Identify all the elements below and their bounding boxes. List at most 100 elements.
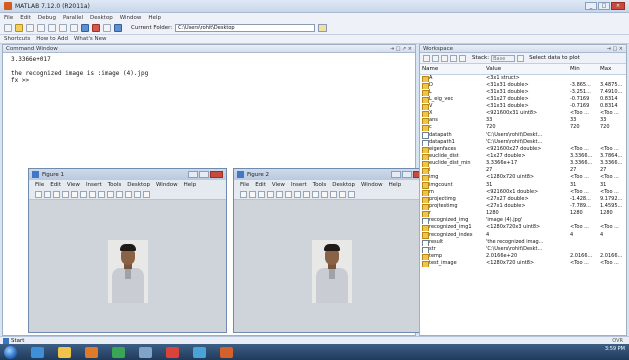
zoom-out-icon[interactable]	[294, 190, 301, 198]
menu-edit[interactable]: Edit	[20, 15, 31, 21]
app-icon[interactable]	[193, 346, 206, 358]
fig-menu-edit[interactable]: Edit	[255, 182, 266, 188]
menu-debug[interactable]: Debug	[38, 15, 56, 21]
fig-menu-tools[interactable]: Tools	[108, 182, 122, 188]
table-row[interactable]: A <3x1 struct>	[420, 74, 626, 82]
menu-window[interactable]: Window	[120, 15, 142, 21]
app-icon[interactable]	[139, 346, 152, 358]
pointer-icon[interactable]	[276, 190, 283, 198]
table-row[interactable]: eigenfaces <921600x27 double> <Too ... <Too…	[420, 146, 626, 153]
new-file-icon[interactable]	[4, 24, 12, 32]
menu-parallel[interactable]: Parallel	[63, 15, 83, 21]
redo-icon[interactable]	[70, 24, 78, 32]
figure-1-window[interactable]: Figure 1 File Edit View Insert Tools Des…	[28, 168, 227, 333]
fig-menu-insert[interactable]: Insert	[86, 182, 102, 188]
matlab-taskbar-icon[interactable]	[220, 346, 233, 358]
table-row[interactable]: projtestimg <27x1 double> -7.789... 1.4595.…	[420, 203, 626, 211]
profiler-icon[interactable]	[103, 24, 111, 32]
guide-icon[interactable]	[92, 24, 100, 32]
open-file-icon[interactable]	[44, 190, 51, 198]
file-explorer-icon[interactable]	[58, 346, 71, 358]
plot-selector-icon[interactable]	[517, 54, 525, 62]
menu-desktop[interactable]: Desktop	[90, 15, 113, 21]
browse-folder-icon[interactable]	[318, 24, 328, 32]
column-name[interactable]: Name	[420, 64, 484, 75]
media-player-icon[interactable]	[85, 346, 98, 358]
print-icon[interactable]	[450, 54, 457, 62]
shortcut-how-to-add[interactable]: How to Add	[36, 36, 68, 42]
table-row[interactable]: datapath 'C:\Users\rohit\Deskt...	[420, 131, 626, 139]
table-row[interactable]: recognized_img'image (4).jpg'	[420, 217, 626, 225]
table-row[interactable]: ans 33 33 33	[420, 117, 626, 125]
table-row[interactable]: temp 2.0166e+20 2.0166... 2.0166...	[420, 253, 626, 261]
current-folder-input[interactable]: C:\Users\rohit\Desktop	[175, 24, 316, 32]
table-row[interactable]: euclide_dist_min 3.3366e+17 3.3366... 3.336…	[420, 160, 626, 168]
save-workspace-icon[interactable]	[441, 54, 448, 62]
pan-icon[interactable]	[98, 190, 105, 198]
data-cursor-icon[interactable]	[321, 190, 328, 198]
paste-icon[interactable]	[48, 24, 56, 32]
fig-menu-desktop[interactable]: Desktop	[332, 182, 355, 188]
fig-menu-window[interactable]: Window	[156, 182, 178, 188]
cut-icon[interactable]	[26, 24, 34, 32]
table-row[interactable]: euclide_dist <1x27 double> 3.3366... 3.7864…	[420, 153, 626, 161]
menu-file[interactable]: File	[4, 15, 13, 21]
table-row[interactable]: imgcount 31 31 31	[420, 181, 626, 189]
fig-menu-view[interactable]: View	[272, 182, 285, 188]
fig-menu-insert[interactable]: Insert	[291, 182, 307, 188]
column-min[interactable]: Min	[568, 64, 598, 75]
shortcuts-label[interactable]: Shortcuts	[4, 36, 30, 42]
table-row[interactable]: datapath1 'C:\Users\rohit\Deskt...	[420, 139, 626, 146]
fig-menu-help[interactable]: Help	[389, 182, 402, 188]
print-icon[interactable]	[62, 190, 69, 198]
minimize-button[interactable]	[188, 171, 198, 178]
table-row[interactable]: projectimg <27x27 double> -1.428... 9.1792.…	[420, 196, 626, 203]
fig-menu-desktop[interactable]: Desktop	[127, 182, 150, 188]
delete-variable-icon[interactable]	[459, 54, 466, 62]
table-row[interactable]: result'the recognized imag...	[420, 239, 626, 246]
table-row[interactable]: str 'C:\Users\rohit\Deskt...	[420, 246, 626, 253]
minimize-button[interactable]	[391, 171, 401, 178]
table-row[interactable]: L <31x31 double> -3.251... 7.4910...	[420, 89, 626, 96]
fig-menu-help[interactable]: Help	[184, 182, 197, 188]
stack-select[interactable]: Base	[491, 54, 516, 62]
minimize-button[interactable]: _	[585, 2, 597, 10]
new-variable-icon[interactable]	[423, 54, 430, 62]
start-button[interactable]: Start	[11, 338, 24, 344]
app-icon[interactable]	[112, 346, 125, 358]
app-icon[interactable]	[166, 346, 179, 358]
undo-icon[interactable]	[59, 24, 67, 32]
figure-2-titlebar[interactable]: Figure 2	[234, 169, 429, 180]
table-row[interactable]: D <31x31 double> -3.865... 3.4875...	[420, 82, 626, 89]
workspace-panel[interactable]: Workspace ⇥ □ × Stack: Base Select data …	[419, 44, 627, 336]
system-clock[interactable]: 3:59 PM	[605, 346, 625, 352]
legend-icon[interactable]	[348, 190, 355, 198]
legend-icon[interactable]	[143, 190, 150, 198]
colorbar-icon[interactable]	[134, 190, 141, 198]
pan-icon[interactable]	[303, 190, 310, 198]
open-variable-icon[interactable]	[432, 54, 439, 62]
maximize-button[interactable]	[402, 171, 412, 178]
zoom-in-icon[interactable]	[80, 190, 87, 198]
table-row[interactable]: recognized_index 4 4 4	[420, 231, 626, 239]
shortcut-whats-new[interactable]: What's New	[74, 36, 107, 42]
zoom-in-icon[interactable]	[285, 190, 292, 198]
command-prompt[interactable]: fx >>	[11, 77, 407, 84]
fig-menu-window[interactable]: Window	[361, 182, 383, 188]
table-row[interactable]: V <31x31 double> -0.7169 0.8314	[420, 103, 626, 111]
rotate-icon[interactable]	[107, 190, 114, 198]
save-icon[interactable]	[258, 190, 265, 198]
figure-1-titlebar[interactable]: Figure 1	[29, 169, 226, 180]
simulink-icon[interactable]	[81, 24, 89, 32]
close-button[interactable]	[210, 171, 223, 178]
colorbar-icon[interactable]	[339, 190, 346, 198]
table-row[interactable]: c 720 720 720	[420, 124, 626, 132]
maximize-button[interactable]	[199, 171, 209, 178]
zoom-out-icon[interactable]	[89, 190, 96, 198]
new-figure-icon[interactable]	[35, 190, 42, 198]
panel-controls[interactable]: ⇥ □ ↗ ×	[390, 45, 412, 53]
windows-start-orb-icon[interactable]	[4, 345, 17, 359]
panel-controls[interactable]: ⇥ □ ×	[607, 45, 623, 53]
fig-menu-tools[interactable]: Tools	[313, 182, 327, 188]
copy-icon[interactable]	[37, 24, 45, 32]
